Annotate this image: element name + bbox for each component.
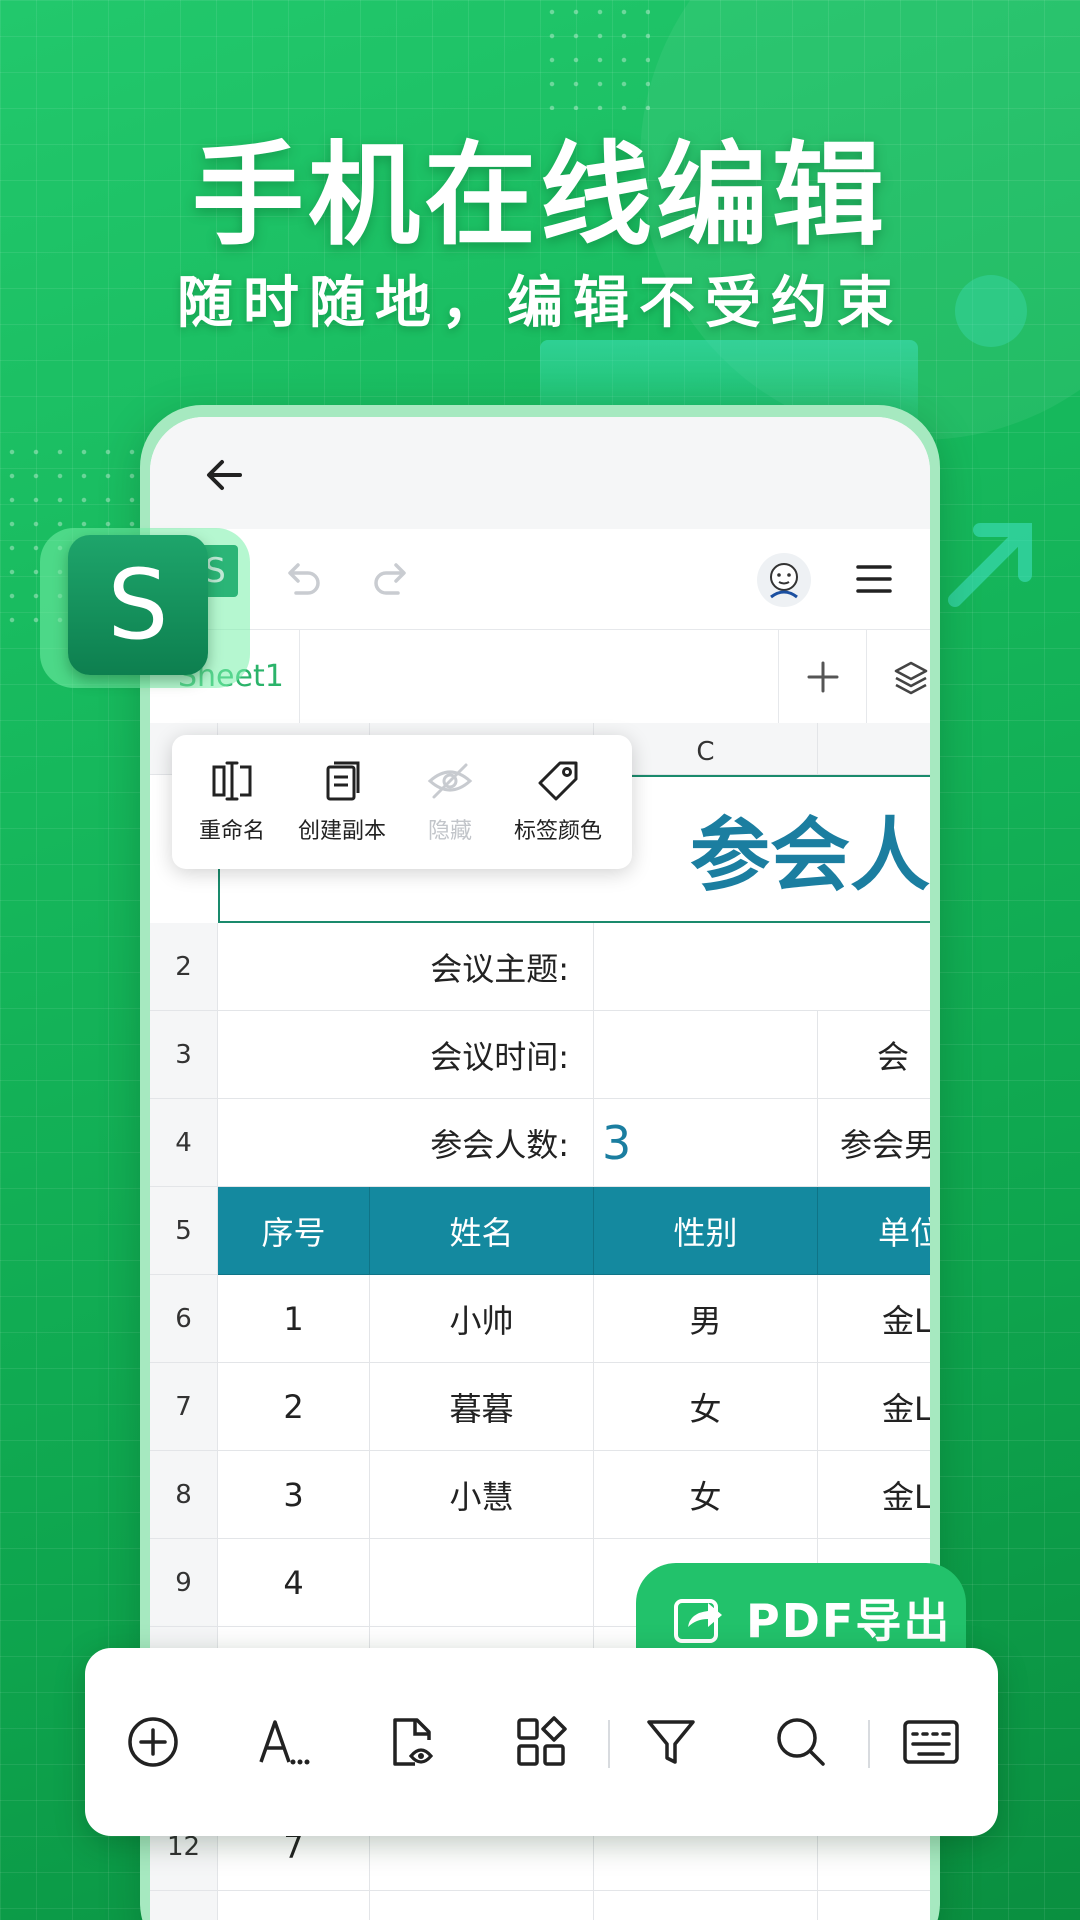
table-cell[interactable]: 2	[218, 1363, 370, 1451]
row-header[interactable]: 13	[150, 1891, 218, 1920]
table-cell[interactable]: 金L	[818, 1363, 930, 1451]
row-header[interactable]: 5	[150, 1187, 218, 1275]
rename-icon	[212, 761, 252, 801]
attendee-count-label[interactable]: 参会人数:	[218, 1099, 594, 1187]
meeting-topic-label[interactable]: 会议主题:	[218, 923, 594, 1011]
header-cell-org[interactable]: 单位	[818, 1187, 930, 1275]
promo-headline: 手机在线编辑	[192, 131, 888, 261]
tag-icon	[538, 761, 578, 801]
app-logo: S	[68, 535, 208, 675]
header-cell-gender[interactable]: 性别	[594, 1187, 818, 1275]
header-cell-name[interactable]: 姓名	[370, 1187, 594, 1275]
meeting-time-right-cell[interactable]: 会	[818, 1011, 930, 1099]
male-count-label[interactable]: 参会男	[818, 1099, 930, 1187]
copy-icon	[326, 761, 360, 801]
table-cell[interactable]: 4	[218, 1539, 370, 1627]
promo-canvas: 手机在线编辑 随时随地，编辑不受约束 C 参会人 2 会议主题: 3 会议时间:…	[0, 0, 1080, 1920]
table-cell[interactable]	[370, 1539, 594, 1627]
undo-icon[interactable]	[278, 555, 326, 603]
row-header[interactable]: 7	[150, 1363, 218, 1451]
bottom-toolbar	[85, 1648, 998, 1836]
toolbar-divider	[608, 1720, 610, 1768]
row-header[interactable]: 2	[150, 923, 218, 1011]
top-nav-bar	[150, 417, 930, 529]
hide-icon	[427, 763, 473, 799]
row-header[interactable]: 3	[150, 1011, 218, 1099]
toolbar-divider	[868, 1720, 870, 1768]
add-sheet-button[interactable]	[778, 630, 867, 724]
table-cell[interactable]: 8	[218, 1891, 370, 1920]
menu-icon[interactable]	[850, 555, 898, 603]
row-header[interactable]: 6	[150, 1275, 218, 1363]
redo-icon[interactable]	[368, 555, 416, 603]
menu-item-label: 隐藏	[427, 819, 472, 844]
table-cell[interactable]: 小帅	[370, 1275, 594, 1363]
header-cell-no[interactable]: 序号	[218, 1187, 370, 1275]
row-header[interactable]: 4	[150, 1099, 218, 1187]
filter-icon[interactable]	[643, 1714, 699, 1770]
row-header[interactable]: 9	[150, 1539, 218, 1627]
back-arrow-icon[interactable]	[200, 451, 248, 499]
table-cell[interactable]: 女	[594, 1451, 818, 1539]
table-cell[interactable]	[818, 1891, 930, 1920]
sheet-tab-bar: Sheet1	[150, 629, 930, 725]
attendee-count-value[interactable]: 3	[594, 1099, 818, 1187]
meeting-topic-value[interactable]	[594, 923, 930, 1011]
search-icon[interactable]	[773, 1714, 829, 1770]
decor-arrow-icon	[948, 523, 1032, 607]
pdf-export-label: PDF导出	[746, 1594, 952, 1648]
share-export-icon	[674, 1599, 722, 1643]
row-header[interactable]: 8	[150, 1451, 218, 1539]
table-cell[interactable]: 金L	[818, 1275, 930, 1363]
avatar-face-icon	[770, 563, 798, 599]
text-format-icon[interactable]	[255, 1714, 311, 1770]
layers-icon	[894, 661, 928, 695]
file-view-icon[interactable]	[385, 1714, 441, 1770]
table-cell[interactable]	[370, 1891, 594, 1920]
plus-icon	[807, 661, 839, 693]
menu-item-label: 创建副本	[297, 819, 386, 844]
editor-toolbar	[150, 529, 930, 629]
table-cell[interactable]	[594, 1891, 818, 1920]
menu-item-hide[interactable]: 隐藏	[400, 757, 500, 845]
table-cell[interactable]: 女	[594, 1363, 818, 1451]
sheet-list-button[interactable]	[866, 630, 930, 724]
table-cell[interactable]: 3	[218, 1451, 370, 1539]
sheet-context-menu: 重命名 创建副本 隐藏 标签颜色	[172, 735, 632, 869]
app-logo-letter: S	[107, 549, 169, 661]
table-cell[interactable]: 1	[218, 1275, 370, 1363]
table-cell[interactable]: 小慧	[370, 1451, 594, 1539]
insert-icon[interactable]	[125, 1714, 181, 1770]
menu-item-label: 标签颜色	[513, 819, 602, 844]
user-avatar[interactable]	[757, 553, 811, 607]
menu-item-rename[interactable]: 重命名	[182, 757, 282, 845]
keyboard-icon[interactable]	[903, 1714, 959, 1770]
column-header-d[interactable]	[818, 723, 930, 775]
table-cell[interactable]: 暮暮	[370, 1363, 594, 1451]
meeting-time-value[interactable]	[594, 1011, 818, 1099]
table-cell[interactable]: 金L	[818, 1451, 930, 1539]
table-cell[interactable]: 男	[594, 1275, 818, 1363]
decor-dots	[540, 0, 650, 110]
menu-item-tag-color[interactable]: 标签颜色	[508, 757, 608, 845]
promo-subheadline: 随时随地，编辑不受约束	[177, 271, 903, 336]
menu-item-duplicate[interactable]: 创建副本	[292, 757, 392, 845]
apps-icon[interactable]	[513, 1714, 569, 1770]
meeting-time-label[interactable]: 会议时间:	[218, 1011, 594, 1099]
menu-item-label: 重命名	[198, 819, 265, 844]
